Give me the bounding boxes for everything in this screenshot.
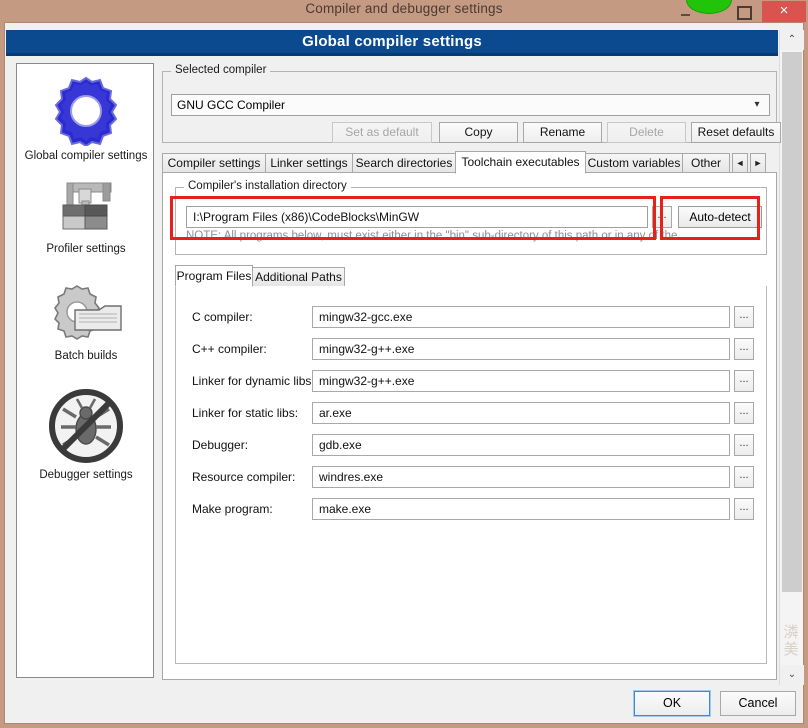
field-label: Debugger: bbox=[192, 438, 249, 452]
compiler-select[interactable]: GNU GCC Compiler ▾ bbox=[171, 94, 770, 116]
gear-folder-icon bbox=[54, 285, 122, 340]
settings-pane: Selected compiler GNU GCC Compiler ▾ Set… bbox=[158, 59, 781, 685]
window-frame: Compiler and debugger settings × Global … bbox=[0, 0, 808, 728]
field-label: Linker for dynamic libs: bbox=[192, 374, 315, 388]
field-row-linker-dynamic: Linker for dynamic libs: mingw32-g++.exe… bbox=[176, 370, 768, 398]
cpp-compiler-browse-button[interactable]: ... bbox=[734, 338, 754, 360]
make-program-input[interactable]: make.exe bbox=[312, 498, 730, 520]
sidebar-item-label: Batch builds bbox=[54, 350, 118, 362]
tab-program-files[interactable]: Program Files bbox=[175, 265, 253, 287]
caliper-icon bbox=[62, 182, 112, 230]
resource-compiler-browse-button[interactable]: ... bbox=[734, 466, 754, 488]
tab-custom-variables[interactable]: Custom variables bbox=[585, 153, 683, 173]
sidebar-item-batch-builds[interactable]: Batch builds bbox=[17, 262, 153, 369]
close-icon[interactable]: × bbox=[762, 1, 806, 22]
ok-button[interactable]: OK bbox=[633, 690, 711, 717]
sidebar-item-profiler-settings[interactable]: Profiler settings bbox=[17, 169, 153, 262]
tab-other[interactable]: Other bbox=[682, 153, 730, 173]
auto-detect-button[interactable]: Auto-detect bbox=[678, 206, 762, 228]
gear-blue-icon bbox=[54, 76, 118, 146]
toolchain-executables-page: Compiler's installation directory I:\Pro… bbox=[162, 172, 777, 680]
field-row-linker-static: Linker for static libs: ar.exe ... bbox=[176, 402, 768, 430]
sidebar-item-debugger-settings[interactable]: Debugger settings bbox=[17, 369, 153, 488]
tab-linker-settings[interactable]: Linker settings bbox=[265, 153, 353, 173]
field-label: Make program: bbox=[192, 502, 273, 516]
copy-button[interactable]: Copy bbox=[439, 122, 518, 143]
title-bar: Compiler and debugger settings × bbox=[0, 0, 808, 22]
program-files-page: C compiler: mingw32-gcc.exe ... C++ comp… bbox=[175, 286, 767, 664]
tab-toolchain-executables[interactable]: Toolchain executables bbox=[455, 151, 586, 174]
linker-dynamic-browse-button[interactable]: ... bbox=[734, 370, 754, 392]
vertical-scrollbar[interactable]: ⌃ ⌄ bbox=[779, 30, 804, 685]
inner-tab-strip: Program Files Additional Paths bbox=[175, 265, 767, 287]
installation-directory-group-title: Compiler's installation directory bbox=[184, 180, 351, 192]
field-row-cpp-compiler: C++ compiler: mingw32-g++.exe ... bbox=[176, 338, 768, 366]
cpp-compiler-input[interactable]: mingw32-g++.exe bbox=[312, 338, 730, 360]
field-label: Linker for static libs: bbox=[192, 406, 299, 420]
linker-dynamic-input[interactable]: mingw32-g++.exe bbox=[312, 370, 730, 392]
field-label: C++ compiler: bbox=[192, 342, 267, 356]
installation-directory-input[interactable]: I:\Program Files (x86)\CodeBlocks\MinGW bbox=[186, 206, 648, 228]
field-row-debugger: Debugger: gdb.exe ... bbox=[176, 434, 768, 462]
delete-button[interactable]: Delete bbox=[607, 122, 686, 143]
minimize-icon[interactable] bbox=[679, 10, 693, 18]
tab-additional-paths[interactable]: Additional Paths bbox=[252, 267, 345, 287]
sidebar-item-global-compiler-settings[interactable]: Global compiler settings bbox=[17, 64, 153, 169]
field-row-resource-compiler: Resource compiler: windres.exe ... bbox=[176, 466, 768, 494]
main-tab-strip: Compiler settings Linker settings Search… bbox=[162, 151, 777, 174]
tab-nav-next-icon[interactable]: ► bbox=[750, 153, 766, 173]
page-title: Global compiler settings bbox=[6, 30, 778, 56]
sidebar-item-label: Profiler settings bbox=[46, 243, 126, 255]
content-area: Global compiler settings Profiler settin… bbox=[6, 59, 781, 685]
field-label: C compiler: bbox=[192, 310, 253, 324]
linker-static-input[interactable]: ar.exe bbox=[312, 402, 730, 424]
cancel-button[interactable]: Cancel bbox=[720, 691, 796, 716]
chevron-up-icon[interactable]: ⌃ bbox=[780, 30, 804, 50]
installation-directory-browse-button[interactable]: ... bbox=[652, 206, 672, 228]
no-bug-icon bbox=[49, 389, 123, 463]
compiler-select-value: GNU GCC Compiler bbox=[177, 98, 286, 112]
selected-compiler-group-title: Selected compiler bbox=[171, 64, 271, 76]
settings-sidebar: Global compiler settings Profiler settin… bbox=[16, 63, 154, 678]
dialog-footer: OK Cancel bbox=[6, 685, 803, 723]
reset-defaults-button[interactable]: Reset defaults bbox=[691, 122, 781, 143]
installation-directory-group: Compiler's installation directory I:\Pro… bbox=[175, 180, 767, 255]
set-as-default-button[interactable]: Set as default bbox=[332, 122, 432, 143]
debugger-browse-button[interactable]: ... bbox=[734, 434, 754, 456]
resource-compiler-input[interactable]: windres.exe bbox=[312, 466, 730, 488]
selected-compiler-group: Selected compiler GNU GCC Compiler ▾ Set… bbox=[162, 64, 781, 143]
rename-button[interactable]: Rename bbox=[523, 122, 602, 143]
debugger-input[interactable]: gdb.exe bbox=[312, 434, 730, 456]
field-row-c-compiler: C compiler: mingw32-gcc.exe ... bbox=[176, 306, 768, 334]
linker-static-browse-button[interactable]: ... bbox=[734, 402, 754, 424]
tab-search-directories[interactable]: Search directories bbox=[352, 153, 456, 173]
tab-nav-prev-icon[interactable]: ◄ bbox=[732, 153, 748, 173]
c-compiler-browse-button[interactable]: ... bbox=[734, 306, 754, 328]
field-row-make-program: Make program: make.exe ... bbox=[176, 498, 768, 526]
maximize-icon[interactable] bbox=[735, 4, 752, 20]
scrollbar-thumb[interactable] bbox=[782, 52, 802, 592]
sidebar-item-label: Debugger settings bbox=[39, 469, 133, 481]
tab-compiler-settings[interactable]: Compiler settings bbox=[162, 153, 266, 173]
field-label: Resource compiler: bbox=[192, 470, 296, 484]
installation-directory-note: NOTE: All programs below, must exist eit… bbox=[186, 230, 678, 242]
chevron-down-icon[interactable]: ▾ bbox=[749, 95, 765, 115]
c-compiler-input[interactable]: mingw32-gcc.exe bbox=[312, 306, 730, 328]
watermark: 潾美 bbox=[783, 623, 799, 658]
make-program-browse-button[interactable]: ... bbox=[734, 498, 754, 520]
sidebar-item-label: Global compiler settings bbox=[24, 150, 148, 162]
